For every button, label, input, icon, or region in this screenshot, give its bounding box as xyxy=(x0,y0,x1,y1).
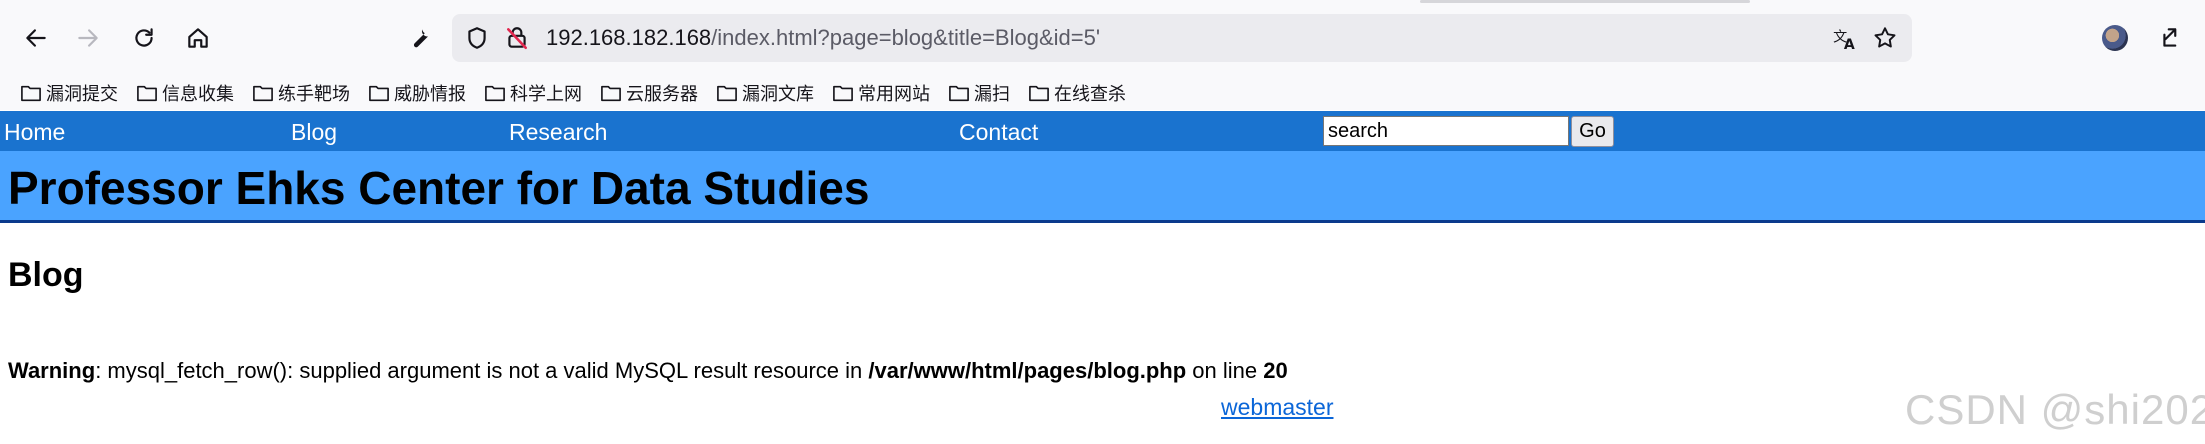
shield-icon[interactable] xyxy=(464,25,490,51)
url-text[interactable]: 192.168.182.168/index.html?page=blog&tit… xyxy=(546,26,1100,50)
url-host: 192.168.182.168 xyxy=(546,25,712,50)
address-bar[interactable]: 192.168.182.168/index.html?page=blog&tit… xyxy=(452,14,1912,62)
reload-icon xyxy=(135,28,153,47)
bookmark-label: 威胁情报 xyxy=(394,84,466,104)
url-path: /index.html?page=blog&title=Blog&id=5' xyxy=(711,25,1101,50)
csdn-watermark: CSDN @shi202 xyxy=(1905,386,2205,433)
nav-research-link[interactable]: Research xyxy=(509,119,607,146)
bookmark-label: 漏扫 xyxy=(974,84,1010,104)
bookmark-label: 漏洞提交 xyxy=(46,84,118,104)
folder-icon xyxy=(717,85,737,102)
site-title: Professor Ehks Center for Data Studies xyxy=(8,162,870,214)
folder-icon xyxy=(485,85,505,102)
bookmarks-bar: 漏洞提交 信息收集 练手靶场 威胁情报 科学上网 云服务器 漏洞文库 常用网站 … xyxy=(0,76,2205,110)
folder-icon xyxy=(949,85,969,102)
bookmark-folder[interactable]: 练手靶场 xyxy=(252,80,350,106)
wrench-icon xyxy=(413,29,429,48)
browser-toolbar: 192.168.182.168/index.html?page=blog&tit… xyxy=(0,0,2205,76)
warning-line-text: on line xyxy=(1186,358,1264,383)
folder-icon xyxy=(137,85,157,102)
home-button[interactable] xyxy=(180,20,216,56)
folder-icon xyxy=(833,85,853,102)
extensions-icon xyxy=(2163,28,2177,47)
home-icon xyxy=(188,28,208,48)
tools-button[interactable] xyxy=(402,20,438,56)
php-warning: Warning: mysql_fetch_row(): supplied arg… xyxy=(8,358,1288,384)
bookmark-folder[interactable]: 漏洞提交 xyxy=(20,80,118,106)
back-icon xyxy=(26,29,46,47)
svg-text:A: A xyxy=(1844,37,1855,51)
bookmark-folder[interactable]: 常用网站 xyxy=(832,80,930,106)
folder-icon xyxy=(21,85,41,102)
bookmark-folder[interactable]: 在线查杀 xyxy=(1028,80,1126,106)
webmaster-link[interactable]: webmaster xyxy=(1221,394,1333,421)
reload-button[interactable] xyxy=(126,20,162,56)
window-edge xyxy=(1420,0,1750,3)
bookmark-folder[interactable]: 信息收集 xyxy=(136,80,234,106)
search-input[interactable] xyxy=(1323,116,1569,146)
star-icon[interactable] xyxy=(1872,25,1898,51)
back-button[interactable] xyxy=(18,20,54,56)
insecure-lock-icon[interactable] xyxy=(504,25,530,51)
page-heading: Blog xyxy=(8,256,84,294)
warning-file: /var/www/html/pages/blog.php xyxy=(868,358,1187,383)
bookmark-label: 漏洞文库 xyxy=(742,84,814,104)
bookmark-folder[interactable]: 威胁情报 xyxy=(368,80,466,106)
bookmark-folder[interactable]: 科学上网 xyxy=(484,80,582,106)
forward-icon xyxy=(78,29,98,47)
folder-icon xyxy=(253,85,273,102)
warning-label: Warning xyxy=(8,358,96,383)
folder-icon xyxy=(369,85,389,102)
bookmark-folder[interactable]: 漏洞文库 xyxy=(716,80,814,106)
bookmark-label: 在线查杀 xyxy=(1054,84,1126,104)
forward-button[interactable] xyxy=(70,20,106,56)
go-button[interactable]: Go xyxy=(1571,116,1614,147)
site-nav-bar: Home Blog Research Contact Go xyxy=(0,111,2205,151)
bookmark-folder[interactable]: 漏扫 xyxy=(948,80,1010,106)
extensions-button[interactable] xyxy=(2154,20,2190,56)
warning-line-number: 20 xyxy=(1263,358,1288,383)
nav-home-link[interactable]: Home xyxy=(4,119,65,146)
translate-icon[interactable]: 文A xyxy=(1832,25,1858,53)
avatar[interactable] xyxy=(2102,25,2128,51)
bookmark-label: 信息收集 xyxy=(162,84,234,104)
nav-blog-link[interactable]: Blog xyxy=(291,119,337,146)
bookmark-label: 科学上网 xyxy=(510,84,582,104)
site-header: Professor Ehks Center for Data Studies xyxy=(0,151,2205,223)
folder-icon xyxy=(601,85,621,102)
warning-message: : mysql_fetch_row(): supplied argument i… xyxy=(95,358,869,383)
bookmark-folder[interactable]: 云服务器 xyxy=(600,80,698,106)
bookmark-label: 练手靶场 xyxy=(278,84,350,104)
nav-contact-link[interactable]: Contact xyxy=(959,119,1038,146)
bookmark-label: 云服务器 xyxy=(626,84,698,104)
bookmark-label: 常用网站 xyxy=(858,84,930,104)
folder-icon xyxy=(1029,85,1049,102)
